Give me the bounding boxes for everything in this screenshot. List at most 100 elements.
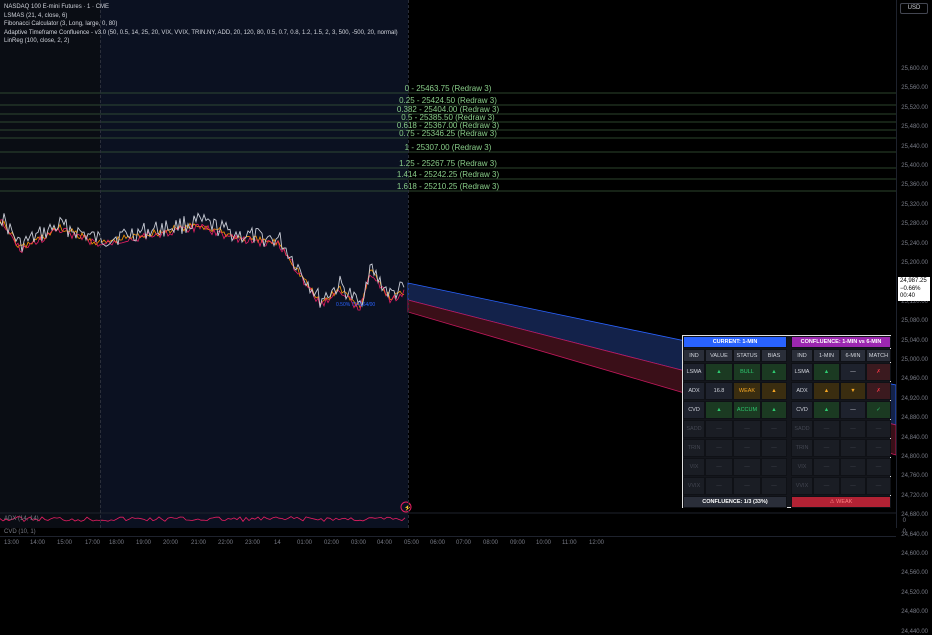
price-tick-label: 25,280.00: [901, 221, 928, 228]
panel-dim-cell: SADD: [791, 420, 813, 438]
price-tick-label: 25,600.00: [901, 66, 928, 72]
panel-dim-cell: —: [705, 439, 733, 457]
time-tick-label: 18:00: [109, 540, 125, 546]
time-tick-label: 06:00: [430, 540, 446, 546]
panel-column-header: STATUS: [733, 349, 761, 362]
time-tick-label: 14: [274, 540, 281, 546]
panel-status-cell: ACCUM: [733, 401, 761, 419]
panel-row-indicator: ADX: [791, 382, 813, 400]
panel-dim-cell: VVIX: [683, 477, 705, 495]
panel-dim-cell: —: [761, 477, 787, 495]
time-tick-label: 23:00: [245, 540, 261, 546]
bar-countdown: 00:40: [900, 293, 916, 299]
panel-row-indicator: ADX: [683, 382, 705, 400]
panel-status-cell: WEAK: [733, 382, 761, 400]
time-tick-label: 02:00: [324, 540, 340, 546]
time-tick-label: 07:00: [456, 540, 472, 546]
legend-line[interactable]: LinReg (100, close, 2, 2): [4, 37, 398, 46]
time-tick-label: 22:00: [218, 540, 234, 546]
price-tick-label: 25,320.00: [901, 201, 928, 208]
panel-dim-cell: —: [761, 420, 787, 438]
confluence-status-badge: ⚠ WEAK: [791, 496, 891, 508]
panel-column-header: VALUE: [705, 349, 733, 362]
confluence-score: CONFLUENCE: 1/3 (33%): [683, 496, 787, 508]
last-price: 24,987.25: [900, 278, 927, 284]
panel-dim-cell: —: [813, 458, 840, 476]
panel-6min-cell: —: [840, 363, 866, 381]
fib-level-label: 1.25 - 25267.75 (Redraw 3): [399, 159, 497, 168]
panel-dim-cell: —: [813, 477, 840, 495]
price-tick-label: 25,440.00: [901, 143, 928, 150]
panel-match-cell: ✓: [866, 401, 891, 419]
price-axis[interactable]: USD 25,600.00 25,560.00 25,520.00 25,480.00…: [896, 0, 932, 635]
price-tick-label: 25,480.00: [901, 124, 928, 131]
panel-dim-cell: —: [705, 420, 733, 438]
legend-line[interactable]: Adaptive Timeframe Confluence - v3.0 (50…: [4, 29, 398, 38]
time-tick-label: 04:00: [377, 540, 393, 546]
time-tick-label: 21:00: [191, 540, 207, 546]
price-tick-label: 25,520.00: [901, 104, 928, 111]
panel-dim-cell: SADD: [683, 420, 705, 438]
panel-dim-cell: —: [866, 439, 891, 457]
cvd-scale: 0: [902, 529, 906, 535]
panel-dim-cell: VIX: [791, 458, 813, 476]
fib-level-label: 0.25 - 25424.50 (Redraw 3): [399, 96, 497, 105]
symbol-title[interactable]: NASDAQ 100 E-mini Futures · 1 · CME: [4, 3, 398, 12]
panel-dim-cell: —: [866, 458, 891, 476]
panel-dim-cell: VIX: [683, 458, 705, 476]
cvd-label[interactable]: CVD (10, 1): [4, 529, 36, 535]
panel-value-cell: ▲: [705, 363, 733, 381]
panel-bias-cell: ▲: [761, 382, 787, 400]
panel-dim-cell: —: [866, 420, 891, 438]
price-tick-label: 25,200.00: [901, 260, 928, 266]
legend-line[interactable]: Fibonacci Calculator (3, Long, large, 0,…: [4, 20, 398, 29]
time-tick-label: 03:00: [351, 540, 367, 546]
session-shade-main: [100, 0, 408, 528]
panel-left-title: CURRENT: 1-MIN: [683, 336, 787, 348]
panel-1min-cell: ▲: [813, 382, 840, 400]
panel-dim-cell: —: [840, 439, 866, 457]
panel-dim-cell: —: [705, 458, 733, 476]
price-tick-label: 24,440.00: [901, 628, 928, 635]
price-tick-label: 24,800.00: [901, 454, 928, 460]
panel-dim-cell: TRIN: [791, 439, 813, 457]
panel-dim-cell: TRIN: [683, 439, 705, 457]
price-tick-label: 25,560.00: [901, 85, 928, 92]
time-tick-label: 20:00: [163, 540, 179, 546]
panel-row-indicator: LSMA: [791, 363, 813, 381]
time-tick-label: 19:00: [136, 540, 152, 546]
panel-row-indicator: LSMA: [683, 363, 705, 381]
fib-level-label: 0.75 - 25346.25 (Redraw 3): [399, 129, 497, 138]
time-tick-label: 10:00: [536, 540, 552, 546]
currency-button[interactable]: USD: [900, 3, 928, 14]
price-tick-label: 25,040.00: [901, 337, 928, 344]
panel-6min-cell: —: [840, 401, 866, 419]
time-axis[interactable]: 13:00 14:00 15:00 17:00 18:00 19:00 20:00 21:00…: [0, 536, 896, 550]
legend-line[interactable]: LSMAS (21, 4, close, 6): [4, 12, 398, 21]
price-change: −0.66%: [900, 285, 921, 292]
price-tick-label: 24,480.00: [901, 609, 928, 616]
time-tick-label: 12:00: [589, 540, 605, 546]
price-tick-label: 24,560.00: [901, 570, 928, 577]
panel-right-title: CONFLUENCE: 1-MIN vs 6-MIN: [791, 336, 891, 348]
adx-label[interactable]: ADX (14, 14): [4, 516, 39, 522]
price-tick-label: 24,520.00: [901, 589, 928, 596]
panel-dim-cell: —: [840, 420, 866, 438]
panel-dim-cell: —: [813, 439, 840, 457]
panel-row-indicator: CVD: [791, 401, 813, 419]
session-shade-left: [0, 0, 100, 528]
price-tick-label: 25,360.00: [901, 182, 928, 189]
time-tick-label: 17:00: [85, 540, 101, 546]
panel-row-indicator: CVD: [683, 401, 705, 419]
panel-dim-cell: —: [761, 458, 787, 476]
panel-value-cell: 16.8: [705, 382, 733, 400]
fib-level-label: 1.618 - 25210.25 (Redraw 3): [396, 182, 500, 191]
price-tick-label: 24,960.00: [901, 376, 928, 383]
panel-dim-cell: —: [813, 420, 840, 438]
panel-bias-cell: ▲: [761, 401, 787, 419]
panel-column-header: MATCH: [866, 349, 891, 362]
panel-dim-cell: —: [840, 458, 866, 476]
session-divider: [100, 0, 101, 528]
panel-bias-cell: ▲: [761, 363, 787, 381]
time-tick-label: 11:00: [562, 540, 577, 546]
